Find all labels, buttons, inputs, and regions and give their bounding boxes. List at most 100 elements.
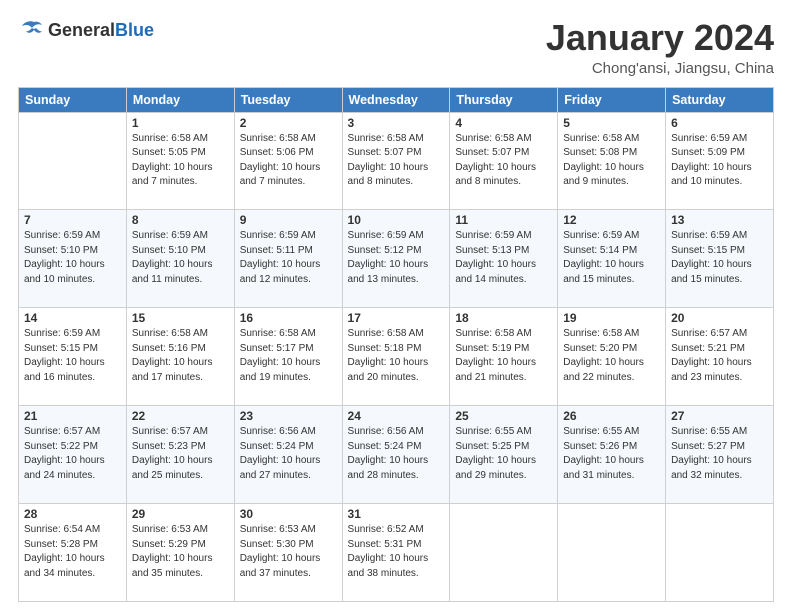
- day-number: 10: [348, 213, 445, 227]
- logo-general-text: General: [48, 20, 115, 41]
- page: GeneralBlue January 2024 Chong'ansi, Jia…: [0, 0, 792, 612]
- day-info: Sunrise: 6:59 AM Sunset: 5:14 PM Dayligh…: [563, 229, 660, 287]
- week-row-4: 28 Sunrise: 6:54 AM Sunset: 5:28 PM Dayli…: [19, 504, 774, 602]
- day-number: 15: [132, 311, 229, 325]
- day-cell: 2 Sunrise: 6:58 AM Sunset: 5:06 PM Daylig…: [234, 112, 342, 210]
- day-cell: 30 Sunrise: 6:53 AM Sunset: 5:30 PM Dayli…: [234, 504, 342, 602]
- col-header-saturday: Saturday: [666, 87, 774, 112]
- day-cell: 4 Sunrise: 6:58 AM Sunset: 5:07 PM Daylig…: [450, 112, 558, 210]
- day-cell: 3 Sunrise: 6:58 AM Sunset: 5:07 PM Daylig…: [342, 112, 450, 210]
- week-row-0: 1Sunrise: 6:58 AM Sunset: 5:05 PM Daylig…: [19, 112, 774, 210]
- day-number: 18: [455, 311, 552, 325]
- day-info: Sunrise: 6:55 AM Sunset: 5:27 PM Dayligh…: [671, 425, 768, 483]
- day-cell: [558, 504, 666, 602]
- day-cell: 1Sunrise: 6:58 AM Sunset: 5:05 PM Daylig…: [126, 112, 234, 210]
- day-info: Sunrise: 6:53 AM Sunset: 5:30 PM Dayligh…: [240, 523, 337, 581]
- day-info: Sunrise: 6:58 AM Sunset: 5:07 PM Dayligh…: [455, 132, 552, 190]
- day-cell: 18 Sunrise: 6:58 AM Sunset: 5:19 PM Dayli…: [450, 308, 558, 406]
- day-info: Sunrise: 6:52 AM Sunset: 5:31 PM Dayligh…: [348, 523, 445, 581]
- day-number: 20: [671, 311, 768, 325]
- day-number: 12: [563, 213, 660, 227]
- day-number: 9: [240, 213, 337, 227]
- day-number: 11: [455, 213, 552, 227]
- title-block: January 2024 Chong'ansi, Jiangsu, China: [546, 18, 774, 77]
- day-info: Sunrise: 6:58 AM Sunset: 5:17 PM Dayligh…: [240, 327, 337, 385]
- day-number: 31: [348, 507, 445, 521]
- day-cell: 13 Sunrise: 6:59 AM Sunset: 5:15 PM Dayli…: [666, 210, 774, 308]
- day-cell: 8Sunrise: 6:59 AM Sunset: 5:10 PM Daylig…: [126, 210, 234, 308]
- day-number: 17: [348, 311, 445, 325]
- day-cell: [450, 504, 558, 602]
- day-info: Sunrise: 6:53 AM Sunset: 5:29 PM Dayligh…: [132, 523, 229, 581]
- day-cell: 29 Sunrise: 6:53 AM Sunset: 5:29 PM Dayli…: [126, 504, 234, 602]
- calendar-table: SundayMondayTuesdayWednesdayThursdayFrid…: [18, 87, 774, 602]
- day-info: Sunrise: 6:57 AM Sunset: 5:23 PM Dayligh…: [132, 425, 229, 483]
- day-info: Sunrise: 6:58 AM Sunset: 5:20 PM Dayligh…: [563, 327, 660, 385]
- col-header-wednesday: Wednesday: [342, 87, 450, 112]
- day-number: 23: [240, 409, 337, 423]
- day-cell: 23 Sunrise: 6:56 AM Sunset: 5:24 PM Dayli…: [234, 406, 342, 504]
- day-info: Sunrise: 6:58 AM Sunset: 5:16 PM Dayligh…: [132, 327, 229, 385]
- day-info: Sunrise: 6:56 AM Sunset: 5:24 PM Dayligh…: [240, 425, 337, 483]
- day-cell: 27Sunrise: 6:55 AM Sunset: 5:27 PM Dayli…: [666, 406, 774, 504]
- day-number: 2: [240, 116, 337, 130]
- day-number: 24: [348, 409, 445, 423]
- day-info: Sunrise: 6:59 AM Sunset: 5:10 PM Dayligh…: [24, 229, 121, 287]
- day-number: 1: [132, 116, 229, 130]
- day-info: Sunrise: 6:58 AM Sunset: 5:19 PM Dayligh…: [455, 327, 552, 385]
- day-cell: 10 Sunrise: 6:59 AM Sunset: 5:12 PM Dayli…: [342, 210, 450, 308]
- day-info: Sunrise: 6:58 AM Sunset: 5:06 PM Dayligh…: [240, 132, 337, 190]
- day-cell: 14 Sunrise: 6:59 AM Sunset: 5:15 PM Dayli…: [19, 308, 127, 406]
- week-row-2: 14 Sunrise: 6:59 AM Sunset: 5:15 PM Dayli…: [19, 308, 774, 406]
- logo: GeneralBlue: [18, 18, 154, 42]
- day-info: Sunrise: 6:54 AM Sunset: 5:28 PM Dayligh…: [24, 523, 121, 581]
- day-info: Sunrise: 6:55 AM Sunset: 5:25 PM Dayligh…: [455, 425, 552, 483]
- day-number: 28: [24, 507, 121, 521]
- day-info: Sunrise: 6:59 AM Sunset: 5:13 PM Dayligh…: [455, 229, 552, 287]
- day-number: 30: [240, 507, 337, 521]
- day-info: Sunrise: 6:59 AM Sunset: 5:09 PM Dayligh…: [671, 132, 768, 190]
- day-number: 16: [240, 311, 337, 325]
- col-header-sunday: Sunday: [19, 87, 127, 112]
- day-info: Sunrise: 6:59 AM Sunset: 5:11 PM Dayligh…: [240, 229, 337, 287]
- day-number: 14: [24, 311, 121, 325]
- day-cell: 28 Sunrise: 6:54 AM Sunset: 5:28 PM Dayli…: [19, 504, 127, 602]
- logo-bird-icon: [20, 18, 48, 42]
- col-header-monday: Monday: [126, 87, 234, 112]
- day-cell: 7 Sunrise: 6:59 AM Sunset: 5:10 PM Daylig…: [19, 210, 127, 308]
- month-title: January 2024: [546, 18, 774, 58]
- day-info: Sunrise: 6:59 AM Sunset: 5:15 PM Dayligh…: [24, 327, 121, 385]
- day-cell: 26Sunrise: 6:55 AM Sunset: 5:26 PM Dayli…: [558, 406, 666, 504]
- day-cell: 11 Sunrise: 6:59 AM Sunset: 5:13 PM Dayli…: [450, 210, 558, 308]
- header-row: SundayMondayTuesdayWednesdayThursdayFrid…: [19, 87, 774, 112]
- day-info: Sunrise: 6:58 AM Sunset: 5:07 PM Dayligh…: [348, 132, 445, 190]
- day-number: 5: [563, 116, 660, 130]
- day-number: 6: [671, 116, 768, 130]
- day-number: 26: [563, 409, 660, 423]
- day-cell: [19, 112, 127, 210]
- day-number: 3: [348, 116, 445, 130]
- day-cell: 6 Sunrise: 6:59 AM Sunset: 5:09 PM Daylig…: [666, 112, 774, 210]
- week-row-3: 21Sunrise: 6:57 AM Sunset: 5:22 PM Dayli…: [19, 406, 774, 504]
- day-cell: 15 Sunrise: 6:58 AM Sunset: 5:16 PM Dayli…: [126, 308, 234, 406]
- day-number: 29: [132, 507, 229, 521]
- day-info: Sunrise: 6:57 AM Sunset: 5:22 PM Dayligh…: [24, 425, 121, 483]
- day-cell: [666, 504, 774, 602]
- day-cell: 9 Sunrise: 6:59 AM Sunset: 5:11 PM Daylig…: [234, 210, 342, 308]
- day-cell: 22 Sunrise: 6:57 AM Sunset: 5:23 PM Dayli…: [126, 406, 234, 504]
- day-number: 8: [132, 213, 229, 227]
- location-subtitle: Chong'ansi, Jiangsu, China: [546, 60, 774, 77]
- day-number: 19: [563, 311, 660, 325]
- day-number: 22: [132, 409, 229, 423]
- day-info: Sunrise: 6:59 AM Sunset: 5:15 PM Dayligh…: [671, 229, 768, 287]
- day-cell: 19 Sunrise: 6:58 AM Sunset: 5:20 PM Dayli…: [558, 308, 666, 406]
- day-cell: 17Sunrise: 6:58 AM Sunset: 5:18 PM Dayli…: [342, 308, 450, 406]
- day-number: 25: [455, 409, 552, 423]
- day-number: 7: [24, 213, 121, 227]
- logo-text: GeneralBlue: [18, 18, 154, 42]
- day-info: Sunrise: 6:59 AM Sunset: 5:12 PM Dayligh…: [348, 229, 445, 287]
- day-cell: 25 Sunrise: 6:55 AM Sunset: 5:25 PM Dayli…: [450, 406, 558, 504]
- day-number: 4: [455, 116, 552, 130]
- day-cell: 5Sunrise: 6:58 AM Sunset: 5:08 PM Daylig…: [558, 112, 666, 210]
- day-number: 13: [671, 213, 768, 227]
